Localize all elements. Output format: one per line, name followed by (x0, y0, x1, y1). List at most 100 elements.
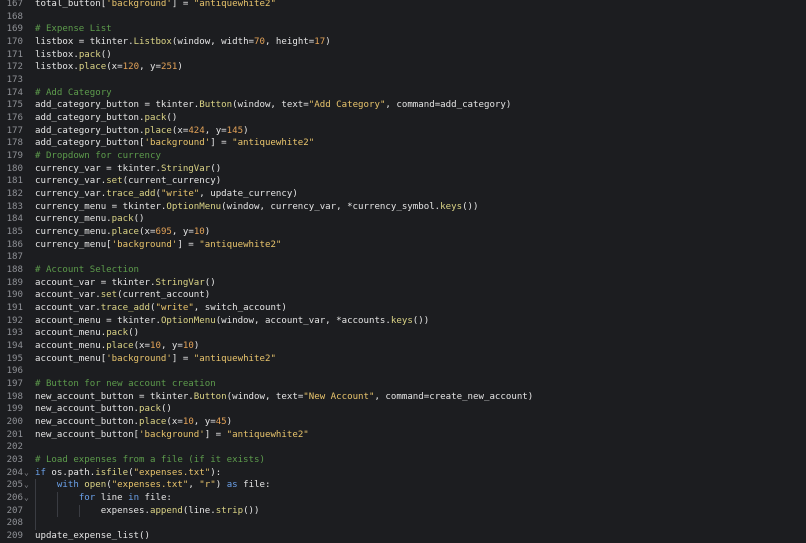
code-line[interactable]: 194 account_menu.place(x=10, y=10) (0, 340, 806, 353)
fold-chevron-icon[interactable]: ⌄ (24, 492, 29, 505)
code-line[interactable]: 189 account_var = tkinter.StringVar() (0, 277, 806, 290)
line-number: 175 (6, 100, 23, 111)
code-line[interactable]: 190 account_var.set(current_account) (0, 289, 806, 302)
line-number: 173 (6, 75, 23, 86)
code-text: account_var.trace_add("write", switch_ac… (35, 302, 287, 315)
code-line[interactable]: 193 account_menu.pack() (0, 327, 806, 340)
code-token: account_menu. (35, 341, 107, 352)
code-token: 145 (226, 125, 244, 136)
code-line[interactable]: 186 currency_menu['background'] = "antiqu… (0, 239, 806, 252)
code-token: pack (78, 49, 101, 60)
code-token: set (106, 176, 123, 187)
code-token: trace_add (100, 303, 150, 314)
code-token: (line. (182, 505, 216, 516)
code-line[interactable]: 209 update_expense_list() (0, 530, 806, 543)
line-number: 172 (6, 62, 23, 73)
line-number: 171 (6, 49, 23, 60)
line-number: 188 (6, 265, 23, 276)
code-line[interactable]: 206 ⌄ for line in file: (0, 492, 806, 505)
line-number: 203 (6, 455, 23, 466)
code-line[interactable]: 187 (0, 251, 806, 264)
code-token: "antiquewhite2" (232, 138, 315, 149)
code-line[interactable]: 169 # Expense List (0, 23, 806, 36)
code-line[interactable]: 174 # Add Category (0, 87, 806, 100)
code-line[interactable]: 195 account_menu['background'] = "antique… (0, 353, 806, 366)
code-line[interactable]: 207 expenses.append(line.strip()) (0, 505, 806, 518)
code-line[interactable]: 170 listbox = tkinter.Listbox(window, wid… (0, 36, 806, 49)
code-text: currency_var = tkinter.StringVar() (35, 163, 221, 176)
code-editor[interactable]: 167 total_button['background'] = "antique… (0, 0, 806, 542)
indent-guide (56, 492, 58, 518)
code-token: currency_menu. (35, 214, 112, 225)
code-line[interactable]: 167 total_button['background'] = "antique… (0, 0, 806, 11)
line-number: 187 (6, 252, 23, 263)
code-line[interactable]: 192 account_menu = tkinter.OptionMenu(win… (0, 315, 806, 328)
code-token: 'background' (111, 239, 178, 250)
code-token: place (106, 341, 134, 352)
code-line[interactable]: 191 account_var.trace_add("write", switch… (0, 302, 806, 315)
code-line[interactable]: 184 currency_menu.pack() (0, 213, 806, 226)
code-token: # Dropdown for currency (35, 151, 161, 162)
code-token: "write" (160, 189, 200, 200)
code-line[interactable]: 177 add_category_button.place(x=424, y=14… (0, 125, 806, 138)
code-token: (current_account) (117, 290, 211, 301)
code-line[interactable]: 185 currency_menu.place(x=695, y=10) (0, 226, 806, 239)
code-token: currency_menu. (35, 227, 112, 238)
code-line[interactable]: 172 listbox.place(x=120, y=251) (0, 61, 806, 74)
code-line[interactable]: 180 currency_var = tkinter.StringVar() (0, 163, 806, 176)
fold-chevron-icon[interactable]: ⌄ (24, 479, 29, 492)
code-line[interactable]: 175 add_category_button = tkinter.Button(… (0, 99, 806, 112)
line-number: 205 (6, 480, 23, 491)
code-token: "antiquewhite2" (193, 353, 276, 364)
code-token: new_account_button[ (35, 429, 140, 440)
code-line[interactable]: 202 (0, 441, 806, 454)
code-line[interactable]: 182 currency_var.trace_add("write", updat… (0, 188, 806, 201)
code-line[interactable]: 168 (0, 11, 806, 24)
code-line[interactable]: 208 (0, 517, 806, 530)
code-token: trace_add (106, 189, 156, 200)
code-token: ) (325, 37, 331, 47)
code-line[interactable]: 199 new_account_button.pack() (0, 403, 806, 416)
code-line[interactable]: 178 add_category_button['background'] = "… (0, 137, 806, 150)
code-token: ) (193, 341, 200, 352)
code-token: account_menu[ (35, 353, 107, 364)
code-line[interactable]: 196 (0, 365, 806, 378)
code-line[interactable]: 171 listbox.pack() (0, 49, 806, 62)
code-line[interactable]: 205 ⌄ with open("expenses.txt", "r") as f… (0, 479, 806, 492)
code-token: 10 (182, 417, 194, 428)
code-line[interactable]: 188 # Account Selection (0, 264, 806, 277)
line-number: 180 (6, 163, 23, 174)
code-token: add_category_button. (35, 113, 145, 124)
code-token: () (139, 531, 150, 542)
code-line[interactable]: 173 (0, 74, 806, 87)
code-line[interactable]: 204 ⌄ if os.path.isfile("expenses.txt"): (0, 467, 806, 480)
code-token: () (133, 214, 145, 225)
code-token: add_category_button = tkinter. (35, 100, 200, 111)
code-token: "expenses.txt" (133, 467, 211, 478)
fold-chevron-icon[interactable]: ⌄ (24, 467, 29, 480)
code-token: strip (215, 505, 244, 516)
code-line[interactable]: 181 currency_var.set(current_currency) (0, 175, 806, 188)
code-token: ()) (462, 201, 479, 212)
code-line[interactable]: 183 currency_menu = tkinter.OptionMenu(wi… (0, 201, 806, 214)
code-text: # Add Category (35, 87, 112, 100)
indent-guide (78, 504, 80, 518)
code-token: , height= (264, 37, 315, 47)
code-line[interactable]: 179 # Dropdown for currency (0, 150, 806, 163)
code-token: ()) (243, 505, 260, 516)
line-number: 196 (6, 366, 23, 377)
code-line[interactable]: 203 # Load expenses from a file (if it ex… (0, 454, 806, 467)
code-line[interactable]: 176 add_category_button.pack() (0, 112, 806, 125)
line-number: 198 (6, 391, 23, 402)
code-token: , y= (204, 125, 227, 136)
code-token: 424 (188, 125, 205, 136)
code-token: place (139, 417, 167, 428)
code-token: (x= (171, 125, 189, 136)
code-line[interactable]: 197 # Button for new account creation (0, 378, 806, 391)
line-number: 186 (6, 239, 23, 250)
code-line[interactable]: 200 new_account_button.place(x=10, y=45) (0, 416, 806, 429)
code-line[interactable]: 198 new_account_button = tkinter.Button(w… (0, 391, 806, 404)
line-number: 193 (6, 328, 23, 339)
code-token: StringVar (155, 277, 205, 288)
code-line[interactable]: 201 new_account_button['background'] = "a… (0, 429, 806, 442)
